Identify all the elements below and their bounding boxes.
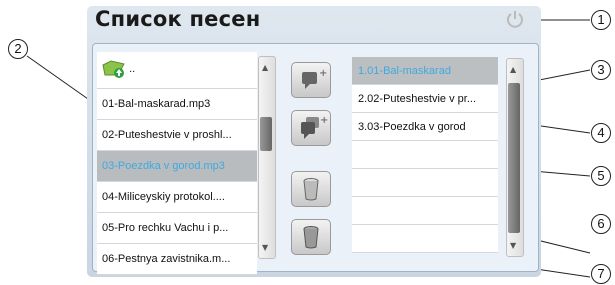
- svg-text:+: +: [320, 115, 328, 126]
- list-item[interactable]: 01-Bal-maskarad.mp3: [97, 89, 257, 120]
- scroll-down-arrow-icon[interactable]: ▼: [510, 241, 516, 250]
- left-scroll-thumb[interactable]: [260, 117, 272, 151]
- list-item-selected[interactable]: 03-Poezdka v gorod.mp3: [97, 151, 257, 182]
- right-scrollbar[interactable]: ▲ ▼: [506, 58, 524, 257]
- add-song-button[interactable]: +: [291, 62, 331, 98]
- playlist-item[interactable]: 3.03-Poezdka v gorod: [352, 113, 498, 141]
- power-icon[interactable]: [505, 9, 525, 29]
- delete-all-songs-button[interactable]: [291, 219, 331, 255]
- trash-icon: [303, 178, 319, 201]
- playlist-item[interactable]: [352, 169, 498, 197]
- list-item[interactable]: 02-Puteshestvie v proshl...: [97, 120, 257, 151]
- parent-folder-label: ..: [129, 63, 136, 75]
- list-item[interactable]: 04-Miliceyskiy protokol....: [97, 182, 257, 213]
- left-scrollbar[interactable]: ▲ ▼: [258, 56, 276, 259]
- folder-up-icon: [102, 60, 125, 79]
- add-all-songs-button[interactable]: +: [291, 110, 331, 146]
- playlist-item-selected[interactable]: 1.01-Bal-maskarad: [352, 57, 498, 85]
- trash-full-icon: [303, 226, 319, 249]
- callout-6: 6: [591, 214, 611, 234]
- right-scroll-thumb[interactable]: [508, 83, 520, 233]
- list-item[interactable]: 06-Pestnya zavistnika.m...: [97, 244, 257, 275]
- callout-7: 7: [591, 264, 611, 284]
- delete-song-button[interactable]: [291, 171, 331, 207]
- svg-text:+: +: [319, 68, 327, 79]
- scroll-up-arrow-icon[interactable]: ▲: [262, 63, 268, 72]
- list-item[interactable]: 05-Pro rechku Vachu i p...: [97, 213, 257, 244]
- scroll-down-arrow-icon[interactable]: ▼: [262, 243, 268, 252]
- callout-4: 4: [591, 123, 611, 143]
- callout-1: 1: [591, 10, 611, 30]
- add-item-icon: +: [302, 68, 327, 89]
- playlist-item[interactable]: [352, 197, 498, 225]
- scroll-up-arrow-icon[interactable]: ▲: [510, 65, 516, 74]
- playlist-item[interactable]: [352, 225, 498, 253]
- callout-2: 2: [8, 39, 28, 59]
- callout-5: 5: [591, 166, 611, 186]
- page-title: Список песен: [95, 7, 261, 31]
- parent-folder-item[interactable]: ..: [97, 52, 257, 89]
- playlist-item[interactable]: [352, 141, 498, 169]
- file-list: .. 01-Bal-maskarad.mp3 02-Puteshestvie v…: [97, 52, 257, 275]
- playlist-item[interactable]: 2.02-Puteshestvie v pr...: [352, 85, 498, 113]
- add-all-icon: +: [301, 115, 328, 139]
- playlist: 1.01-Bal-maskarad 2.02-Puteshestvie v pr…: [352, 57, 498, 253]
- callout-3: 3: [591, 60, 611, 80]
